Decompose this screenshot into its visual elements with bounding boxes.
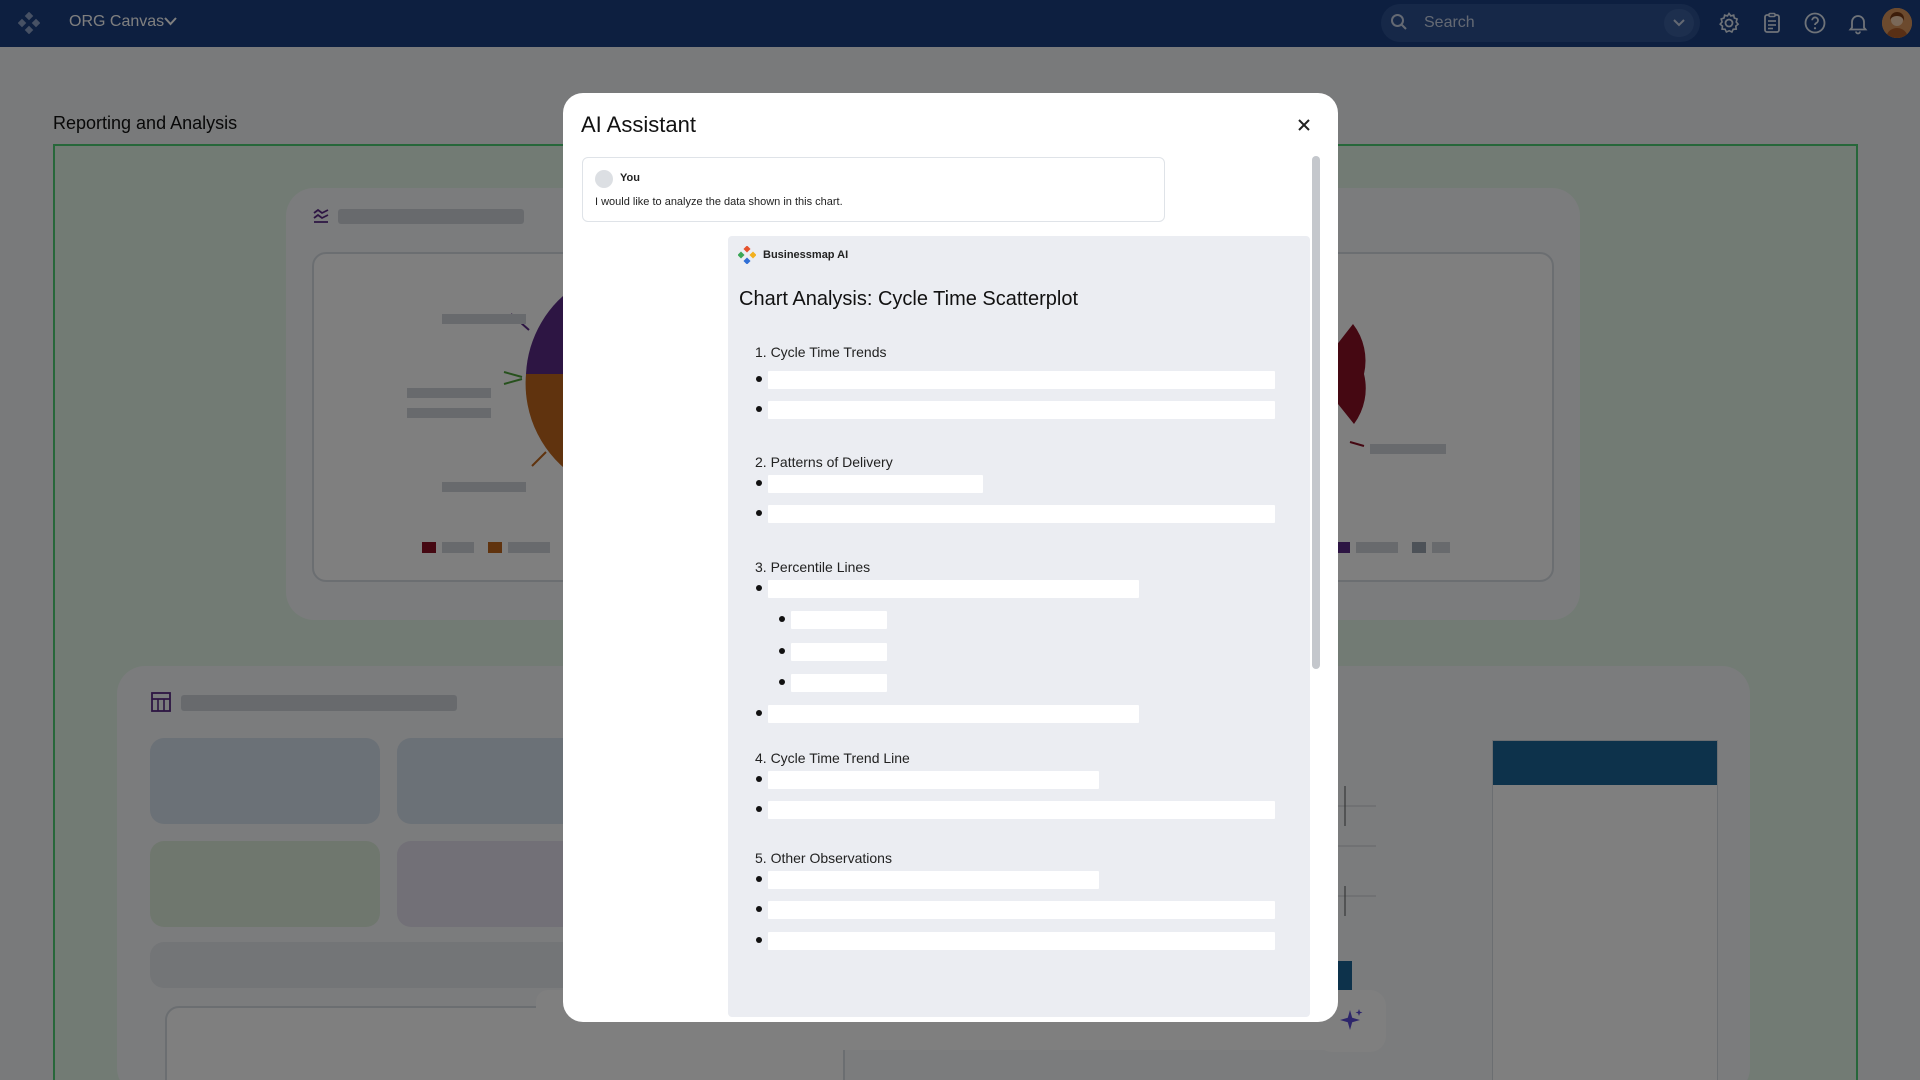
text-line-placeholder [768,505,1275,523]
dialog-title: AI Assistant [581,112,696,137]
bullet-dot [779,679,785,685]
section-title: 4. Cycle Time Trend Line [755,750,910,766]
text-line-placeholder [768,871,1099,889]
text-line-placeholder [768,475,983,493]
ai-assistant-dialog: AI Assistant You I would like to analyze… [563,93,1338,1022]
text-line-placeholder [768,932,1275,950]
scrollbar-thumb[interactable] [1312,156,1320,669]
bullet-dot [756,480,762,486]
section-title: 3. Percentile Lines [755,559,871,575]
message-author: You [620,172,640,184]
bullet-dot [756,906,762,912]
text-line-placeholder [791,611,887,629]
bullet-dot [779,648,785,654]
businessmap-logo-icon [738,246,756,264]
bullet-dot [756,937,762,943]
user-message: You I would like to analyze the data sho… [582,157,1165,222]
close-icon[interactable] [1292,113,1316,137]
section-title: 1. Cycle Time Trends [755,344,887,360]
section-title: 2. Patterns of Delivery [755,454,893,470]
bullet-dot [756,510,762,516]
bullet-dot [756,406,762,412]
ai-response-message: Businessmap AI Chart Analysis: Cycle Tim… [728,236,1310,1017]
user-avatar-icon [595,170,613,188]
text-line-placeholder [768,705,1139,723]
text-line-placeholder [768,901,1275,919]
text-line-placeholder [791,674,887,692]
text-line-placeholder [768,371,1275,389]
bullet-dot [756,710,762,716]
text-line-placeholder [768,580,1139,598]
text-line-placeholder [768,801,1275,819]
bullet-dot [756,806,762,812]
bullet-dot [756,585,762,591]
bullet-dot [756,876,762,882]
bullet-dot [756,776,762,782]
section-title: 5. Other Observations [755,850,892,866]
message-author: Businessmap AI [763,249,849,261]
bullet-dot [756,376,762,382]
message-text: I would like to analyze the data shown i… [595,196,843,208]
text-line-placeholder [768,401,1275,419]
text-line-placeholder [791,643,887,661]
text-line-placeholder [768,771,1099,789]
analysis-heading: Chart Analysis: Cycle Time Scatterplot [739,288,1079,310]
bullet-dot [779,616,785,622]
